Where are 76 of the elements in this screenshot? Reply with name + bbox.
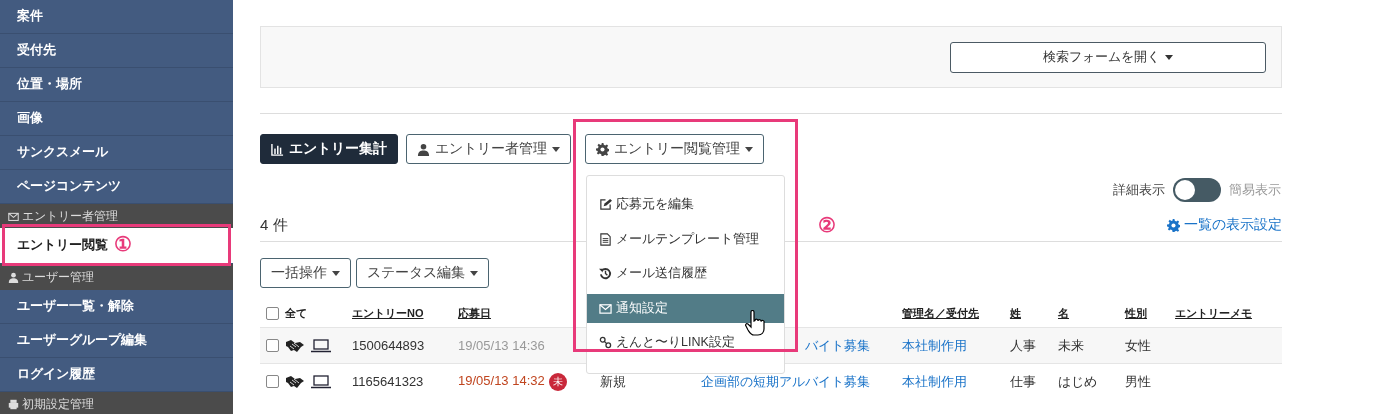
sidebar-item[interactable]: サンクスメール bbox=[0, 136, 233, 170]
section-title: 初期設定管理 bbox=[22, 396, 94, 412]
menu-item[interactable]: 応募元を編集 bbox=[587, 190, 784, 219]
table-cell: 1500644893 bbox=[352, 338, 425, 353]
toolbar-button[interactable]: エントリー者管理 bbox=[406, 134, 571, 164]
sidebar-item[interactable]: ユーザー一覧・解除 bbox=[0, 290, 233, 324]
open-search-button[interactable]: 検索フォームを開く bbox=[950, 41, 1266, 73]
unread-badge: 未 bbox=[548, 372, 567, 391]
column-header[interactable]: 応募日 bbox=[458, 307, 491, 319]
menu-item[interactable]: えんと〜りLINK設定 bbox=[587, 328, 784, 357]
printer-icon bbox=[8, 398, 19, 410]
checkbox[interactable] bbox=[266, 307, 279, 320]
section-title: エントリー者管理 bbox=[22, 208, 118, 224]
dropdown-button[interactable]: ステータス編集 bbox=[356, 258, 489, 288]
caret-icon bbox=[552, 146, 560, 152]
view-toggle[interactable] bbox=[1173, 178, 1221, 202]
sidebar-item[interactable]: 位置・場所 bbox=[0, 68, 233, 102]
table-cell: 19/05/13 14:32 bbox=[458, 372, 545, 388]
caret-icon bbox=[1165, 54, 1173, 60]
gear-icon bbox=[596, 142, 609, 156]
table-cell: 男性 bbox=[1125, 373, 1151, 389]
hand-cursor-icon bbox=[745, 310, 767, 336]
edit-icon bbox=[599, 198, 612, 211]
menu-item[interactable]: 通知設定 bbox=[587, 293, 784, 323]
handshake-icon bbox=[285, 338, 305, 353]
checkbox[interactable] bbox=[266, 339, 279, 352]
link-icon bbox=[599, 336, 612, 349]
laptop-icon[interactable] bbox=[311, 338, 331, 353]
toolbar-button[interactable]: エントリー集計 bbox=[260, 134, 398, 164]
list-settings-link[interactable]: 一覧の表示設定 bbox=[1167, 216, 1282, 234]
table-cell: 女性 bbox=[1125, 337, 1151, 353]
column-header[interactable]: 姓 bbox=[1010, 307, 1021, 319]
step-number: ② bbox=[818, 213, 836, 237]
sidebar-item[interactable]: 案件 bbox=[0, 0, 233, 34]
step-number: ① bbox=[114, 232, 132, 256]
gear-icon bbox=[1167, 218, 1180, 232]
table-cell: 未来 bbox=[1058, 337, 1084, 353]
job-title-link[interactable]: 企画部の短期アルバイト募集 bbox=[701, 373, 870, 389]
bar-chart-icon bbox=[271, 142, 284, 156]
history-icon bbox=[599, 267, 612, 280]
document-icon bbox=[599, 232, 612, 246]
caret-icon bbox=[332, 270, 340, 276]
toolbar-button[interactable]: エントリー閲覧管理 bbox=[585, 134, 764, 164]
mail-icon bbox=[599, 301, 612, 315]
column-header: 全て bbox=[285, 306, 307, 321]
column-header[interactable]: エントリーNO bbox=[352, 307, 424, 319]
table-cell: 新規 bbox=[600, 373, 626, 389]
section-title: ユーザー管理 bbox=[22, 269, 94, 285]
caret-icon bbox=[745, 146, 753, 152]
table-cell: 19/05/13 14:36 bbox=[458, 338, 545, 353]
toggle-label: 簡易表示 bbox=[1229, 181, 1281, 199]
mail-icon bbox=[8, 210, 19, 222]
sidebar-item[interactable]: 画像 bbox=[0, 102, 233, 136]
table-cell: 人事 bbox=[1010, 337, 1036, 353]
column-header[interactable]: エントリーメモ bbox=[1175, 307, 1252, 319]
menu-item[interactable]: メールテンプレート管理 bbox=[587, 224, 784, 254]
result-count: 4 件 bbox=[260, 215, 288, 235]
table-cell: 仕事 bbox=[1010, 373, 1036, 389]
column-header[interactable]: 名 bbox=[1058, 307, 1069, 319]
admin-name-link[interactable]: 本社制作用 bbox=[902, 373, 967, 389]
table-cell: はじめ bbox=[1058, 373, 1097, 389]
dropdown-button[interactable]: 一括操作 bbox=[260, 258, 351, 288]
laptop-icon[interactable] bbox=[311, 374, 331, 389]
user-icon bbox=[417, 142, 430, 156]
toggle-label: 詳細表示 bbox=[1113, 181, 1165, 199]
user-icon bbox=[8, 271, 19, 283]
handshake-icon bbox=[285, 374, 305, 389]
column-header[interactable]: 管理名／受付先 bbox=[902, 307, 979, 319]
column-header[interactable]: 性別 bbox=[1125, 307, 1147, 319]
job-title-link[interactable]: バイト募集 bbox=[805, 337, 870, 353]
checkbox[interactable] bbox=[266, 375, 279, 388]
table-cell: 1165641323 bbox=[352, 374, 424, 389]
sidebar-item[interactable]: ユーザーグループ編集 bbox=[0, 324, 233, 358]
sidebar-item[interactable]: 受付先 bbox=[0, 34, 233, 68]
caret-icon bbox=[470, 270, 478, 276]
menu-item[interactable]: メール送信履歴 bbox=[587, 259, 784, 288]
